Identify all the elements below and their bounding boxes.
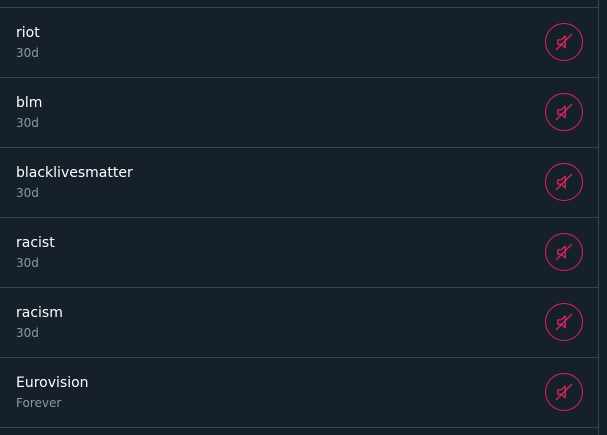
muted-word-row[interactable]: riot 30d <box>0 8 598 78</box>
muted-word-text: blm <box>16 95 43 111</box>
muted-word-row[interactable]: blm 30d <box>0 78 598 148</box>
speaker-muted-icon <box>555 33 573 51</box>
muted-word-row[interactable]: Eurovision Forever <box>0 358 598 428</box>
unmute-button[interactable] <box>545 93 583 131</box>
mute-duration: 30d <box>16 186 39 200</box>
mute-duration: Forever <box>16 396 62 410</box>
muted-word-row[interactable]: racist 30d <box>0 218 598 288</box>
unmute-button[interactable] <box>545 303 583 341</box>
muted-word-row[interactable]: blacklivesmatter 30d <box>0 148 598 218</box>
muted-word-text: racism <box>16 305 63 321</box>
mute-duration: 30d <box>16 46 39 60</box>
muted-words-rows: riot 30d blm 30d blacklivesmatter 30d ra… <box>0 8 598 428</box>
speaker-muted-icon <box>555 103 573 121</box>
mute-duration: 30d <box>16 326 39 340</box>
speaker-muted-icon <box>555 243 573 261</box>
speaker-muted-icon <box>555 383 573 401</box>
unmute-button[interactable] <box>545 23 583 61</box>
speaker-muted-icon <box>555 173 573 191</box>
unmute-button[interactable] <box>545 233 583 271</box>
muted-word-row[interactable]: racism 30d <box>0 288 598 358</box>
muted-word-text: Eurovision <box>16 375 89 391</box>
muted-word-text: riot <box>16 25 40 41</box>
unmute-button[interactable] <box>545 163 583 201</box>
muted-word-text: blacklivesmatter <box>16 165 133 181</box>
unmute-button[interactable] <box>545 373 583 411</box>
speaker-muted-icon <box>555 313 573 331</box>
muted-word-text: racist <box>16 235 55 251</box>
muted-words-list: riot 30d blm 30d blacklivesmatter 30d ra… <box>0 0 599 435</box>
mute-duration: 30d <box>16 256 39 270</box>
mute-duration: 30d <box>16 116 39 130</box>
